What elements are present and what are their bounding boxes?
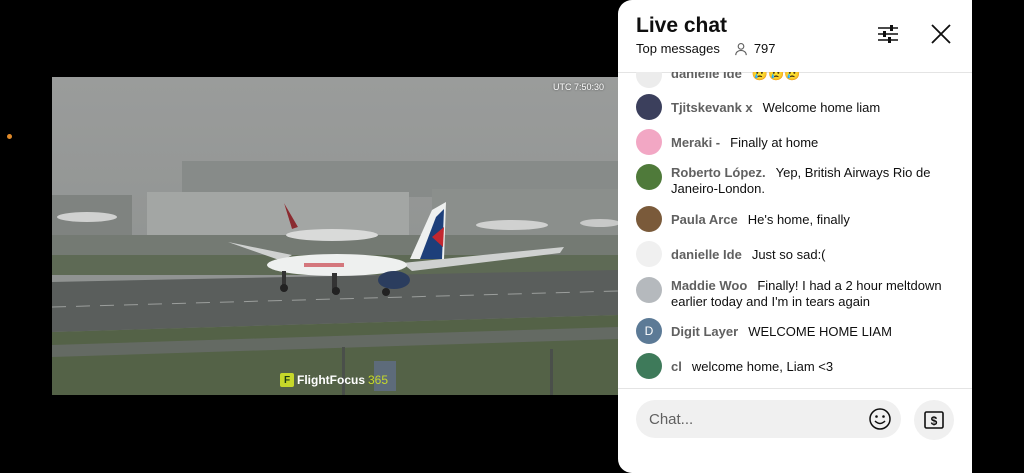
status-dot xyxy=(7,134,12,139)
close-chat-button[interactable] xyxy=(927,20,955,48)
chat-input[interactable] xyxy=(636,400,901,438)
message-author[interactable]: Meraki - xyxy=(671,135,720,150)
flightfocus-logo-icon: F xyxy=(280,373,294,387)
chat-header: Live chat Top messages 797 xyxy=(618,0,972,73)
watermark-number: 365 xyxy=(368,373,389,387)
video-timestamp: UTC 7:50:30 xyxy=(552,82,604,92)
message-author[interactable]: Roberto López. xyxy=(671,165,766,180)
close-icon xyxy=(931,24,951,44)
chat-title: Live chat xyxy=(636,14,728,37)
message-text: Welcome home liam xyxy=(762,100,881,115)
message-author[interactable]: cl xyxy=(671,359,682,374)
viewer-count: 797 xyxy=(753,41,776,56)
emoji-button[interactable] xyxy=(868,407,892,431)
message-text: welcome home, Liam <3 xyxy=(691,359,834,374)
chat-mode-selector[interactable]: Top messages 797 xyxy=(636,41,776,56)
chat-footer: $ xyxy=(618,388,972,473)
channel-watermark: F FlightFocus 365 xyxy=(280,373,388,387)
dollar-bill-icon: $ xyxy=(924,411,944,429)
smiley-icon xyxy=(869,408,891,430)
avatar-initial: D xyxy=(644,324,654,338)
message-author[interactable]: Digit Layer xyxy=(671,324,738,339)
message-text: He's home, finally xyxy=(747,212,850,227)
message-author[interactable]: danielle Ide xyxy=(671,72,742,81)
sliders-icon xyxy=(878,25,898,43)
avatar xyxy=(636,94,662,120)
avatar xyxy=(636,277,662,303)
person-icon xyxy=(735,42,747,55)
chat-message-list[interactable]: danielle Ide 😢😢😢 Tjitskevank x Welcome hom… xyxy=(618,72,972,388)
message-text: 😢😢😢 xyxy=(751,72,801,81)
chat-filter-button[interactable] xyxy=(874,20,902,48)
message-text: WELCOME HOME LIAM xyxy=(748,324,892,339)
message-text: Finally at home xyxy=(730,135,819,150)
video-player[interactable]: UTC 7:50:30 F FlightFocus 365 xyxy=(52,77,618,395)
avatar xyxy=(636,72,662,88)
avatar xyxy=(636,206,662,232)
watermark-brand: FlightFocus xyxy=(297,373,365,387)
message-author[interactable]: Tjitskevank x xyxy=(671,100,753,115)
avatar xyxy=(636,129,662,155)
message-author[interactable]: Paula Arce xyxy=(671,212,738,227)
message-author[interactable]: danielle Ide xyxy=(671,247,742,262)
video-frame xyxy=(52,77,618,395)
chat-mode-label: Top messages xyxy=(636,41,720,56)
message-author[interactable]: Maddie Woo xyxy=(671,278,747,293)
avatar: D xyxy=(636,318,662,344)
super-chat-button[interactable]: $ xyxy=(914,400,954,440)
message-text: Just so sad:( xyxy=(751,247,826,262)
avatar xyxy=(636,164,662,190)
live-chat-panel: Live chat Top messages 797 danielle Ide … xyxy=(618,0,972,473)
svg-text:$: $ xyxy=(931,414,938,428)
avatar xyxy=(636,353,662,379)
avatar xyxy=(636,241,662,267)
